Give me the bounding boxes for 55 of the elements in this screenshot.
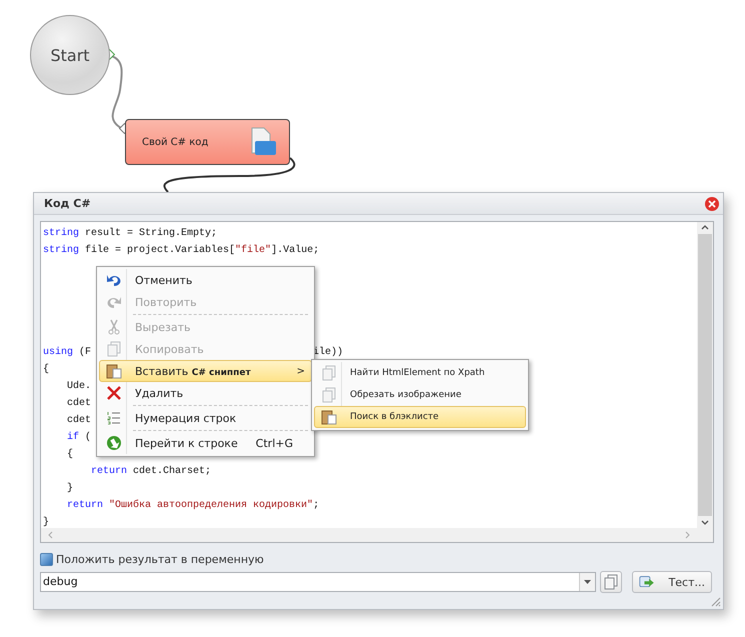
code-text: { xyxy=(66,448,74,462)
clipboard-icon xyxy=(106,363,122,379)
menu-item[interactable]: Найти HtmlElement по Xpath xyxy=(314,362,526,384)
code-text: return "Ошибка автоопределения кодировки"; xyxy=(66,498,320,513)
start-node[interactable]: Start xyxy=(30,15,110,95)
code-text: string result = String.Empty; xyxy=(43,226,218,241)
copy-button[interactable] xyxy=(600,571,622,593)
close-button[interactable] xyxy=(705,196,719,210)
menu-item[interactable]: Поиск в блэклисте xyxy=(314,406,526,428)
scroll-left-icon[interactable] xyxy=(47,531,53,539)
go-to-icon xyxy=(106,435,122,451)
dropdown-button[interactable] xyxy=(579,573,595,591)
code-text: using (F xyxy=(43,346,92,360)
vertical-scrollbar[interactable] xyxy=(697,222,713,528)
code-text: } xyxy=(66,482,74,496)
document-icon xyxy=(322,387,336,403)
checkbox-label: Положить результат в переменную xyxy=(56,553,264,566)
undo-icon xyxy=(106,273,122,287)
variable-combo[interactable]: debug xyxy=(40,572,596,592)
menu-item[interactable]: Удалить xyxy=(99,382,312,404)
close-icon xyxy=(708,200,716,208)
test-button[interactable]: Тест... xyxy=(632,571,712,593)
numbered-list-icon xyxy=(107,411,121,425)
node-label: Свой C# код xyxy=(142,136,208,148)
delete-icon xyxy=(107,386,121,400)
menu-item[interactable]: Обрезать изображение xyxy=(314,384,526,406)
code-text: cdet xyxy=(66,396,92,411)
redo-icon xyxy=(106,295,122,309)
document-icon xyxy=(322,365,336,381)
menu-item[interactable]: Отменить xyxy=(99,269,312,291)
document-icon xyxy=(107,341,121,357)
scissors-icon xyxy=(107,319,121,335)
code-text: cdet xyxy=(66,414,92,428)
code-text: ile)) xyxy=(313,346,344,360)
document-icon xyxy=(604,574,618,590)
menu-item[interactable]: Вставить C# сниппет > xyxy=(99,360,312,382)
code-text: string file = project.Variables["file"].Value; xyxy=(43,244,320,258)
code-text: if ( xyxy=(66,430,92,445)
code-text: { xyxy=(43,362,50,377)
horizontal-scrollbar[interactable] xyxy=(41,528,697,542)
menu-item[interactable]: Нумерация строк xyxy=(99,407,312,429)
scrollbar-thumb[interactable] xyxy=(698,234,712,516)
code-text: Ude. xyxy=(66,380,92,394)
code-text: return cdet.Charset; xyxy=(90,464,212,479)
scroll-right-icon[interactable] xyxy=(685,531,691,539)
checkbox[interactable] xyxy=(40,553,53,566)
caret-icon xyxy=(584,580,591,584)
clipboard-icon xyxy=(321,409,337,425)
code-node[interactable]: Свой C# код xyxy=(125,119,290,165)
code-file-icon xyxy=(249,127,277,157)
dialog-title: Код C# xyxy=(44,197,91,210)
menu-item[interactable]: Перейти к строке Ctrl+G xyxy=(99,432,312,454)
resize-grip[interactable] xyxy=(709,595,721,607)
code-text: } xyxy=(43,516,50,528)
run-icon xyxy=(639,574,655,590)
